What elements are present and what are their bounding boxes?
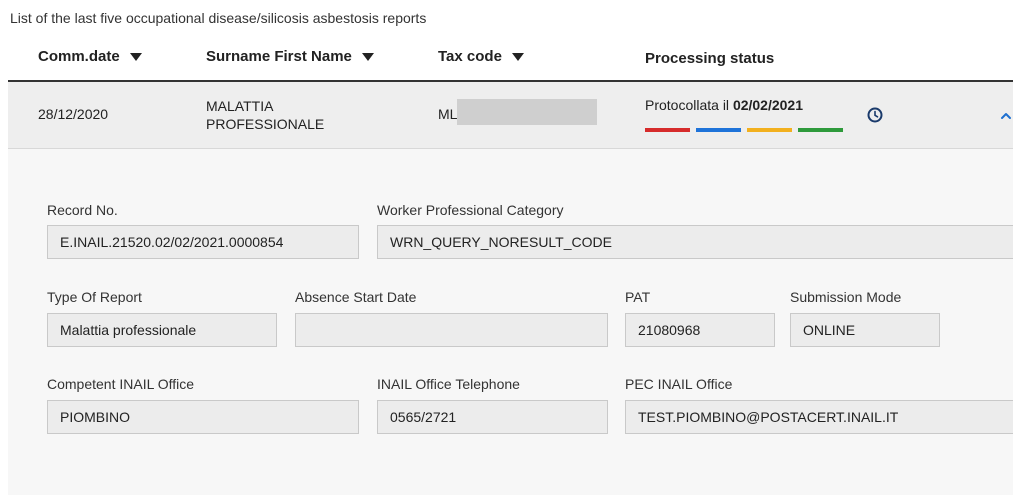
pec-label: PEC INAIL Office (625, 376, 733, 392)
absence-start-field (295, 313, 608, 347)
pec-field: TEST.PIOMBINO@POSTACERT.INAIL.IT (625, 400, 1013, 434)
status-date: 02/02/2021 (732, 97, 804, 113)
pat-label: PAT (625, 289, 651, 305)
row-name-line1: MALATTIA (206, 98, 274, 114)
worker-category-label: Worker Professional Category (377, 202, 564, 218)
surname-header: Surname First Name (206, 48, 352, 65)
status-bar-3 (747, 128, 792, 132)
submission-mode-field: ONLINE (790, 313, 940, 347)
chevron-up-icon[interactable] (999, 109, 1013, 123)
sort-triangle-icon (511, 52, 524, 61)
status-prefix: Protocollata il (645, 97, 733, 113)
status-header-label: Processing status (645, 50, 775, 67)
office-field: PIOMBINO (47, 400, 359, 434)
sort-tax-code[interactable]: Tax code (438, 48, 524, 65)
absence-start-label: Absence Start Date (295, 289, 417, 305)
telephone-label: INAIL Office Telephone (377, 376, 520, 392)
sort-triangle-icon (129, 52, 142, 61)
record-no-label: Record No. (47, 202, 118, 218)
telephone-field: 0565/2721 (377, 400, 608, 434)
status-bar-2 (696, 128, 741, 132)
worker-category-field: WRN_QUERY_NORESULT_CODE (377, 225, 1013, 259)
submission-mode-label: Submission Mode (790, 289, 902, 305)
status-bar-1 (645, 128, 690, 132)
row-comm-date: 28/12/2020 (38, 106, 109, 122)
redacted-tax-code (457, 99, 597, 125)
comm-date-header: Comm.date (38, 48, 120, 65)
sort-comm-date[interactable]: Comm.date (38, 48, 142, 65)
tax-code-header: Tax code (438, 48, 502, 65)
sort-triangle-icon (361, 52, 374, 61)
type-of-report-label: Type Of Report (47, 289, 142, 305)
pat-field: 21080968 (625, 313, 775, 347)
status-progress-bars (645, 128, 843, 132)
office-label: Competent INAIL Office (47, 376, 195, 392)
status-header: Processing status (645, 50, 774, 67)
status-bar-4 (798, 128, 843, 132)
record-no-field: E.INAIL.21520.02/02/2021.0000854 (47, 225, 359, 259)
row-status: Protocollata il 02/02/2021 (645, 97, 803, 113)
clock-icon[interactable] (867, 107, 883, 123)
sort-surname[interactable]: Surname First Name (206, 48, 374, 65)
type-of-report-field: Malattia professionale (47, 313, 277, 347)
list-caption: List of the last five occupational disea… (10, 10, 427, 26)
row-name-line2: PROFESSIONALE (206, 116, 325, 132)
row-tax-code: ML (438, 106, 458, 122)
row-name: MALATTIA PROFESSIONALE (206, 97, 324, 133)
